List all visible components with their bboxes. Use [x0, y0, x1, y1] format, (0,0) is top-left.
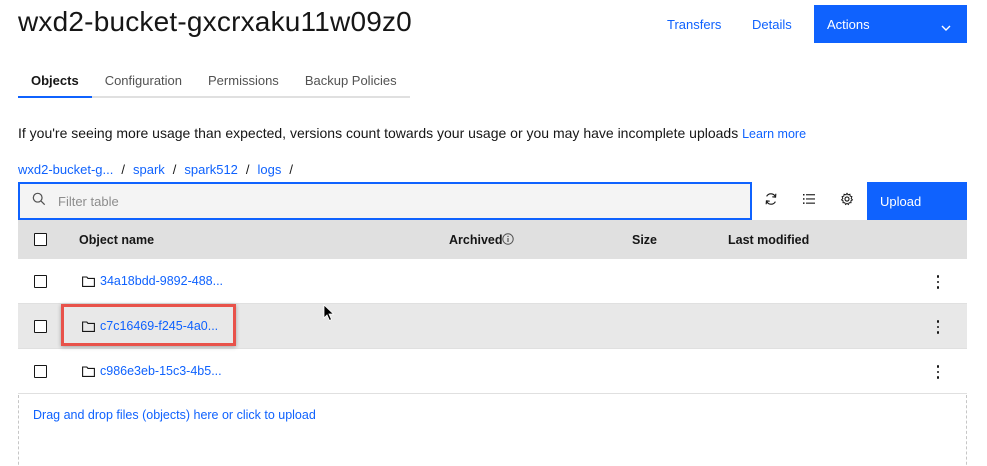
- tab-permissions[interactable]: Permissions: [195, 64, 292, 98]
- tab-bar: Objects Configuration Permissions Backup…: [18, 64, 410, 98]
- object-name-link[interactable]: c986e3eb-15c3-4b5...: [100, 364, 222, 378]
- row-checkbox[interactable]: [34, 275, 47, 288]
- refresh-button[interactable]: [752, 182, 790, 220]
- table-header: Object name Archived Size Last modified: [18, 220, 967, 259]
- breadcrumb-spark512[interactable]: spark512: [184, 162, 237, 177]
- column-object-name[interactable]: Object name: [79, 233, 154, 247]
- dropzone-text: Drag and drop files (objects) here or cl…: [33, 408, 316, 422]
- mouse-cursor-icon: [323, 304, 335, 327]
- folder-icon: [82, 274, 95, 292]
- objects-table: Object name Archived Size Last modified …: [18, 220, 967, 394]
- list-view-button[interactable]: [790, 182, 828, 220]
- breadcrumb-separator: /: [245, 162, 250, 177]
- breadcrumb-spark[interactable]: spark: [133, 162, 165, 177]
- row-checkbox[interactable]: [34, 320, 47, 333]
- upload-button[interactable]: Upload: [867, 182, 967, 220]
- tab-backup-policies[interactable]: Backup Policies: [291, 64, 410, 98]
- column-archived: Archived: [449, 233, 503, 247]
- breadcrumb-separator: /: [121, 162, 125, 177]
- overflow-menu-icon[interactable]: [933, 274, 943, 290]
- actions-label: Actions: [827, 16, 870, 32]
- list-view-icon: [802, 192, 816, 210]
- settings-icon: [840, 191, 854, 211]
- tab-configuration[interactable]: Configuration: [91, 64, 196, 98]
- row-checkbox[interactable]: [34, 365, 47, 378]
- overflow-menu-icon[interactable]: [933, 319, 943, 335]
- folder-icon: [82, 319, 95, 337]
- object-name-link[interactable]: c7c16469-f245-4a0...: [100, 319, 218, 333]
- usage-notice: If you're seeing more usage than expecte…: [18, 125, 806, 141]
- actions-button[interactable]: Actions: [814, 5, 967, 43]
- object-name-link[interactable]: 34a18bdd-9892-488...: [100, 274, 223, 288]
- learn-more-link[interactable]: Learn more: [742, 127, 806, 141]
- folder-icon: [82, 364, 95, 382]
- filter-search: [18, 182, 752, 220]
- table-row[interactable]: c7c16469-f245-4a0...: [18, 304, 967, 349]
- breadcrumb-logs[interactable]: logs: [258, 162, 282, 177]
- column-size: Size: [632, 233, 658, 247]
- select-all-checkbox[interactable]: [34, 233, 47, 246]
- search-icon: [32, 192, 46, 211]
- usage-notice-text: If you're seeing more usage than expecte…: [18, 125, 739, 141]
- details-link[interactable]: Details: [752, 17, 792, 32]
- table-toolbar: Upload: [18, 182, 967, 220]
- table-row[interactable]: 34a18bdd-9892-488...: [18, 259, 967, 304]
- chevron-down-icon: [941, 19, 951, 34]
- breadcrumb: wxd2-bucket-g... / spark / spark512 / lo…: [18, 162, 293, 177]
- breadcrumb-bucket[interactable]: wxd2-bucket-g...: [18, 162, 113, 177]
- breadcrumb-separator: /: [172, 162, 177, 177]
- info-icon[interactable]: [502, 233, 514, 248]
- overflow-menu-icon[interactable]: [933, 364, 943, 380]
- tab-objects[interactable]: Objects: [18, 64, 92, 98]
- breadcrumb-separator: /: [289, 162, 294, 177]
- settings-button[interactable]: [828, 182, 866, 220]
- column-last-modified[interactable]: Last modified: [728, 233, 809, 247]
- refresh-icon: [764, 192, 778, 211]
- upload-dropzone[interactable]: Drag and drop files (objects) here or cl…: [18, 395, 967, 466]
- transfers-link[interactable]: Transfers: [667, 17, 721, 32]
- table-row[interactable]: c986e3eb-15c3-4b5...: [18, 349, 967, 394]
- filter-table-input[interactable]: [58, 193, 698, 209]
- page-title: wxd2-bucket-gxcrxaku11w09z0: [18, 6, 412, 37]
